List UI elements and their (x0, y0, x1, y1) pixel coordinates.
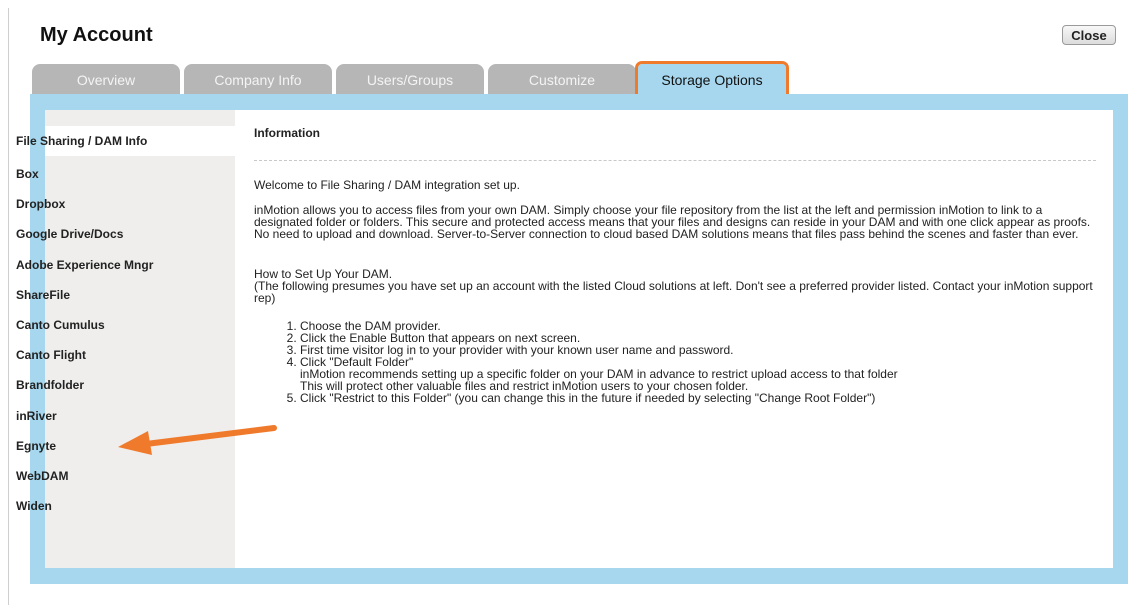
sidebar-item-google-drive[interactable]: Google Drive/Docs (16, 227, 123, 241)
divider (254, 160, 1096, 161)
setup-note: (The following presumes you have set up … (254, 279, 1093, 305)
info-heading: Information (254, 126, 320, 140)
sidebar-item-widen[interactable]: Widen (16, 499, 52, 513)
sidebar-item-canto-cumulus[interactable]: Canto Cumulus (16, 318, 105, 332)
sidebar-item-file-sharing[interactable]: File Sharing / DAM Info (16, 134, 147, 148)
tab-storage-options[interactable]: Storage Options (635, 61, 789, 99)
sidebar-item-box[interactable]: Box (16, 167, 39, 181)
sidebar (45, 110, 235, 568)
sidebar-item-egnyte[interactable]: Egnyte (16, 439, 56, 453)
tab-users-groups[interactable]: Users/Groups (336, 64, 484, 96)
intro-text: inMotion allows you to access files from… (254, 203, 1091, 241)
step-item: Click "Default Folder" inMotion recommen… (300, 356, 1100, 392)
sidebar-item-brandfolder[interactable]: Brandfolder (16, 378, 84, 392)
welcome-text: Welcome to File Sharing / DAM integratio… (254, 178, 520, 192)
tab-customize[interactable]: Customize (488, 64, 636, 96)
arrow-left-icon (118, 425, 277, 455)
sidebar-item-sharefile[interactable]: ShareFile (16, 288, 70, 302)
tab-overview[interactable]: Overview (32, 64, 180, 96)
sidebar-item-webdam[interactable]: WebDAM (16, 469, 68, 483)
setup-steps: Choose the DAM provider. Click the Enabl… (272, 320, 1100, 404)
sidebar-item-dropbox[interactable]: Dropbox (16, 197, 65, 211)
page-title: My Account (40, 24, 153, 46)
step-item: Click "Restrict to this Folder" (you can… (300, 392, 1100, 404)
step-item: First time visitor log in to your provid… (300, 344, 1100, 356)
sidebar-item-canto-flight[interactable]: Canto Flight (16, 348, 86, 362)
tab-bar: Overview Company Info Users/Groups Custo… (32, 61, 832, 99)
sidebar-item-inriver[interactable]: inRiver (16, 409, 57, 423)
sidebar-item-adobe-experience[interactable]: Adobe Experience Mngr (16, 258, 153, 272)
tab-company-info[interactable]: Company Info (184, 64, 332, 96)
close-button[interactable]: Close (1062, 25, 1116, 45)
